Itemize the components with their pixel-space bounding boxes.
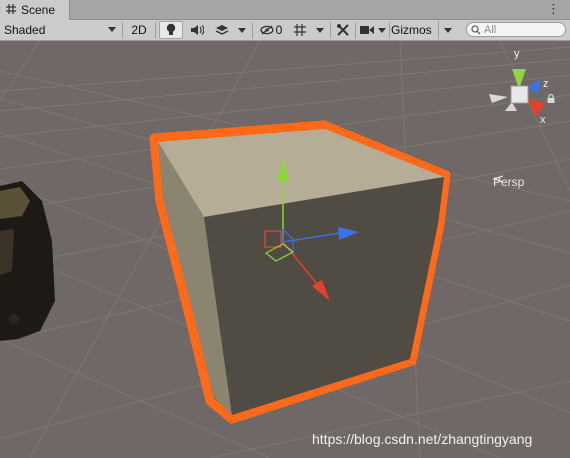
- gizmo-z-cone[interactable]: [527, 79, 540, 93]
- grid-dropdown[interactable]: [312, 21, 328, 39]
- tab-scene[interactable]: Scene: [0, 0, 70, 20]
- gizmo-neg-x-cone[interactable]: [489, 94, 508, 103]
- chevron-down-icon: [108, 27, 116, 32]
- shading-mode-dropdown[interactable]: Shaded: [0, 21, 120, 39]
- lighting-toggle-button[interactable]: [159, 21, 183, 39]
- 2d-label: 2D: [131, 23, 147, 37]
- gizmos-dropdown[interactable]: [438, 21, 456, 39]
- effects-toggle-button[interactable]: [210, 21, 234, 39]
- kebab-menu-icon[interactable]: ⋮: [547, 1, 560, 17]
- grid-toggle-button[interactable]: [288, 21, 312, 39]
- orientation-gizmo[interactable]: y z x: [489, 48, 549, 126]
- selected-cube[interactable]: [149, 120, 451, 424]
- chevron-down-icon: [238, 27, 246, 33]
- divider: [330, 22, 331, 38]
- divider: [355, 22, 356, 38]
- audio-toggle-button[interactable]: [185, 21, 209, 39]
- scene-canvas[interactable]: y z x: [0, 41, 570, 458]
- camera-dropdown[interactable]: [376, 21, 388, 39]
- watermark: https://blog.csdn.net/zhangtingyang: [312, 431, 533, 447]
- scene-toolbar: Shaded 2D 0 Gizmos All: [0, 20, 570, 41]
- search-input[interactable]: All: [466, 22, 566, 37]
- speaker-icon: [191, 25, 204, 35]
- gizmos-button[interactable]: Gizmos: [391, 21, 437, 39]
- effects-dropdown[interactable]: [234, 21, 250, 39]
- search-placeholder: All: [484, 23, 497, 36]
- crossed-tools-icon: [337, 24, 349, 36]
- component-tools-button[interactable]: [332, 21, 354, 39]
- hidden-count: 0: [275, 23, 283, 37]
- divider: [122, 22, 123, 38]
- camera-settings-button[interactable]: [358, 21, 376, 39]
- projection-toggle[interactable]: Persp: [493, 175, 524, 189]
- hash-grid-icon: [6, 3, 16, 17]
- chevron-down-icon: [316, 27, 324, 33]
- gizmo-z-label: z: [543, 78, 549, 90]
- scene-viewport[interactable]: y z x Persp: [0, 41, 570, 458]
- 2d-toggle-button[interactable]: 2D: [126, 21, 152, 39]
- search-icon: [471, 24, 481, 34]
- left-object[interactable]: [0, 181, 55, 341]
- divider: [252, 22, 253, 38]
- chevron-down-icon: [378, 27, 386, 33]
- grid-icon: [294, 24, 306, 36]
- gizmo-x-label: x: [540, 114, 546, 126]
- gizmo-center-cube[interactable]: [510, 85, 529, 104]
- eye-slash-icon: [260, 25, 274, 35]
- gizmos-label: Gizmos: [391, 23, 432, 37]
- hidden-objects-toggle[interactable]: 0: [256, 21, 286, 39]
- divider: [389, 22, 390, 38]
- effects-layers-icon: [215, 25, 229, 35]
- shading-mode-value: Shaded: [4, 23, 46, 37]
- divider: [155, 22, 156, 38]
- video-camera-icon: [360, 26, 374, 34]
- gizmo-y-label: y: [514, 48, 520, 60]
- tab-bar: Scene ⋮: [0, 0, 570, 20]
- tab-label: Scene: [21, 3, 56, 17]
- lightbulb-icon: [166, 23, 176, 35]
- perspective-icon: [493, 175, 503, 183]
- chevron-down-icon: [443, 27, 452, 33]
